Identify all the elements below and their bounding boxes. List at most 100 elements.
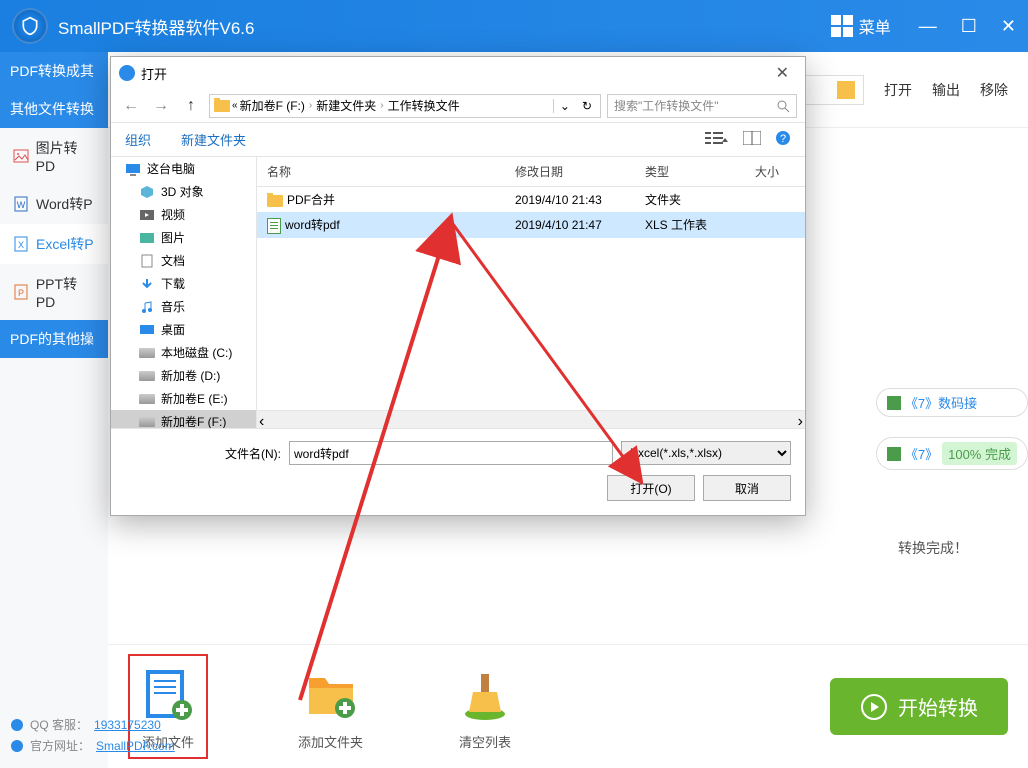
tree-item-pictures[interactable]: 图片: [111, 226, 256, 249]
nav-forward-button[interactable]: →: [149, 94, 173, 118]
new-folder-button[interactable]: 新建文件夹: [181, 130, 246, 149]
window-controls: ― ☐ ✕: [919, 16, 1016, 37]
tree-item-disk-d[interactable]: 新加卷 (D:): [111, 364, 256, 387]
tree-item-documents[interactable]: 文档: [111, 249, 256, 272]
maximize-button[interactable]: ☐: [961, 16, 977, 37]
chip-label: 《7》数码接: [905, 393, 977, 412]
file-chip-1[interactable]: 《7》数码接: [876, 388, 1028, 417]
folder-icon: [214, 100, 230, 112]
tree-item-music[interactable]: 音乐: [111, 295, 256, 318]
action-open[interactable]: 打开: [884, 80, 912, 100]
svg-text:P: P: [18, 288, 24, 298]
tree-item-disk-f[interactable]: 新加卷F (F:): [111, 410, 256, 428]
app-titlebar: SmallPDF转换器软件V6.6 菜单 ― ☐ ✕: [0, 0, 1028, 52]
dialog-title: 打开: [141, 64, 167, 83]
dialog-search-input[interactable]: 搜索"工作转换文件": [607, 94, 797, 118]
app-title: SmallPDF转换器软件V6.6: [58, 14, 823, 39]
sidebar-label: Word转P: [36, 194, 93, 214]
category-pdf-to-other[interactable]: PDF转换成其: [0, 52, 108, 90]
dialog-icon: [119, 65, 135, 81]
sidebar-item-image[interactable]: 图片转PD: [0, 128, 108, 184]
sidebar-item-word[interactable]: WWord转P: [0, 184, 108, 224]
music-icon: [139, 300, 155, 314]
add-folder-button[interactable]: 添加文件夹: [298, 662, 363, 751]
breadcrumb-dropdown[interactable]: ⌄: [553, 99, 576, 113]
done-text: 完成: [985, 447, 1011, 462]
open-button[interactable]: 打开(O): [607, 475, 695, 501]
breadcrumb-item[interactable]: 新建文件夹: [316, 97, 376, 114]
tree-item-pc[interactable]: 这台电脑: [111, 157, 256, 180]
col-size[interactable]: 大小: [745, 157, 805, 186]
view-mode-button[interactable]: [705, 131, 729, 148]
col-type[interactable]: 类型: [635, 157, 745, 186]
clear-label: 清空列表: [459, 732, 511, 751]
breadcrumb[interactable]: « 新加卷F (F:)› 新建文件夹› 工作转换文件 ⌄ ↻: [209, 94, 601, 118]
menu-label: 菜单: [859, 14, 891, 38]
document-icon: [139, 254, 155, 268]
sidebar-item-ppt[interactable]: PPPT转PD: [0, 264, 108, 320]
menu-button[interactable]: 菜单: [823, 10, 899, 42]
organize-menu[interactable]: 组织: [125, 130, 151, 149]
nav-up-button[interactable]: ↑: [179, 94, 203, 118]
sidebar: PDF转换成其 其他文件转换 图片转PD WWord转P XExcel转P PP…: [0, 52, 108, 768]
help-button[interactable]: ?: [775, 130, 791, 149]
dialog-close-button[interactable]: ✕: [768, 63, 797, 83]
browse-icon[interactable]: [837, 81, 855, 99]
status-text: 转换完成！: [898, 538, 968, 558]
breadcrumb-item[interactable]: 新加卷F (F:): [240, 97, 305, 114]
file-filter-select[interactable]: Excel(*.xls,*.xlsx): [621, 441, 791, 465]
download-icon: [139, 277, 155, 291]
xls-icon: [267, 218, 281, 234]
category-pdf-other-ops[interactable]: PDF的其他操: [0, 320, 108, 358]
footer-info: QQ 客服：1933175230 官方网址：SmallPDF.com: [10, 716, 175, 758]
video-icon: [139, 208, 155, 222]
clear-icon: [453, 662, 517, 726]
preview-pane-button[interactable]: [743, 131, 761, 148]
filename-input[interactable]: [289, 441, 613, 465]
folder-icon: [267, 195, 283, 207]
close-button[interactable]: ✕: [1001, 16, 1016, 37]
start-convert-button[interactable]: 开始转换: [830, 678, 1008, 735]
cancel-button[interactable]: 取消: [703, 475, 791, 501]
clear-list-button[interactable]: 清空列表: [453, 662, 517, 751]
action-remove[interactable]: 移除: [980, 80, 1008, 100]
breadcrumb-item[interactable]: 工作转换文件: [388, 97, 460, 114]
play-icon: [860, 693, 888, 721]
minimize-button[interactable]: ―: [919, 16, 937, 37]
pc-icon: [125, 162, 141, 176]
action-output[interactable]: 输出: [932, 80, 960, 100]
list-header[interactable]: 名称 修改日期 类型 大小: [257, 157, 805, 187]
tree-item-downloads[interactable]: 下载: [111, 272, 256, 295]
qq-icon: [10, 718, 24, 732]
col-date[interactable]: 修改日期: [505, 157, 635, 186]
dialog-file-list: 名称 修改日期 类型 大小 PDF合并 2019/4/10 21:43 文件夹 …: [257, 157, 805, 428]
col-name[interactable]: 名称: [257, 157, 505, 186]
list-row[interactable]: PDF合并 2019/4/10 21:43 文件夹: [257, 187, 805, 212]
refresh-icon[interactable]: ↻: [578, 99, 596, 113]
app-logo-icon: [12, 8, 48, 44]
file-open-dialog: 打开 ✕ ← → ↑ « 新加卷F (F:)› 新建文件夹› 工作转换文件 ⌄ …: [110, 56, 806, 516]
tree-item-disk-c[interactable]: 本地磁盘 (C:): [111, 341, 256, 364]
horizontal-scrollbar[interactable]: ‹›: [257, 410, 805, 428]
tree-item-video[interactable]: 视频: [111, 203, 256, 226]
dialog-footer: 文件名(N): Excel(*.xls,*.xlsx) 打开(O) 取消: [111, 428, 805, 515]
bottom-actions: 添加文件 添加文件夹 清空列表 开始转换: [108, 644, 1028, 768]
site-link[interactable]: SmallPDF.com: [96, 739, 175, 753]
disk-icon: [139, 394, 155, 404]
dialog-toolbar: 组织 新建文件夹 ?: [111, 123, 805, 157]
image-icon: [12, 147, 30, 165]
file-chip-2[interactable]: 《7》100% 完成: [876, 437, 1028, 470]
add-folder-icon: [299, 662, 363, 726]
tree-item-desktop[interactable]: 桌面: [111, 318, 256, 341]
sidebar-label: 图片转PD: [36, 138, 96, 174]
sidebar-item-excel[interactable]: XExcel转P: [0, 224, 108, 264]
nav-back-button[interactable]: ←: [119, 94, 143, 118]
qq-label: QQ 客服：: [30, 716, 88, 733]
category-other-to-pdf[interactable]: 其他文件转换: [0, 90, 108, 128]
tree-item-disk-e[interactable]: 新加卷E (E:): [111, 387, 256, 410]
dialog-tree[interactable]: 这台电脑 3D 对象 视频 图片 文档 下载 音乐 桌面 本地磁盘 (C:) 新…: [111, 157, 257, 428]
qq-link[interactable]: 1933175230: [94, 718, 161, 732]
list-row[interactable]: word转pdf 2019/4/10 21:47 XLS 工作表: [257, 212, 805, 238]
tree-item-3d[interactable]: 3D 对象: [111, 180, 256, 203]
filename-label: 文件名(N):: [225, 445, 281, 462]
